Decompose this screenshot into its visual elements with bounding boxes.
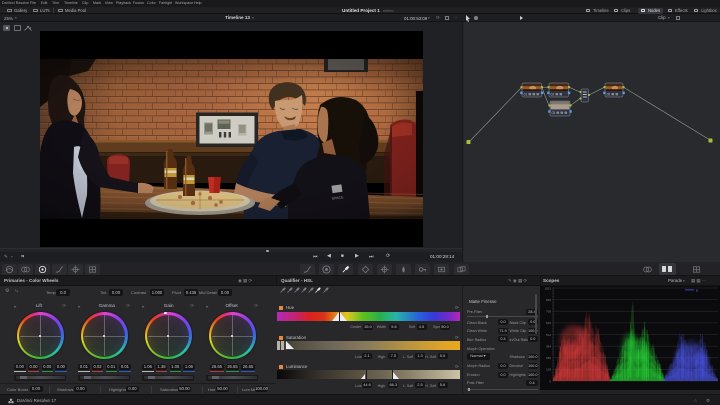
svg-text:640: 640 bbox=[546, 321, 551, 325]
svg-text:B: B bbox=[696, 289, 698, 293]
svg-text:768: 768 bbox=[546, 310, 551, 314]
svg-text:05: 05 bbox=[607, 92, 611, 96]
svg-text:128: 128 bbox=[546, 368, 551, 372]
svg-text:512: 512 bbox=[546, 333, 551, 337]
svg-text:01: 01 bbox=[524, 92, 528, 96]
svg-text:03: 03 bbox=[552, 111, 556, 115]
svg-text:1023: 1023 bbox=[544, 286, 551, 290]
svg-text:02: 02 bbox=[551, 92, 555, 96]
svg-text:256: 256 bbox=[546, 356, 551, 360]
svg-text:896: 896 bbox=[546, 298, 551, 302]
svg-text:384: 384 bbox=[546, 344, 551, 348]
